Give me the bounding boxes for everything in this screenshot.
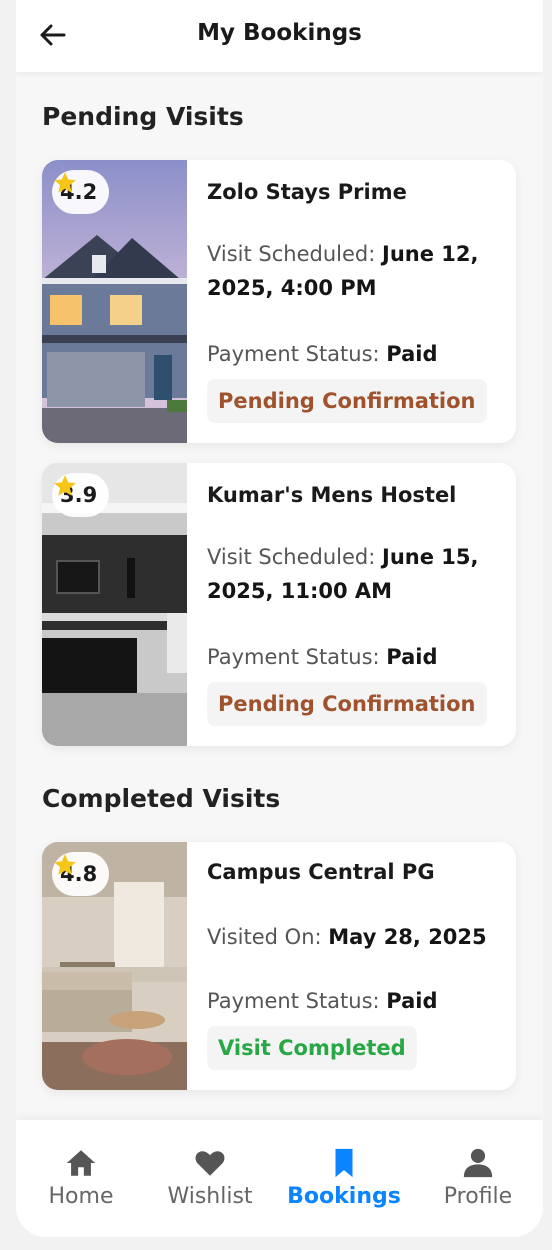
user-icon xyxy=(463,1148,493,1178)
status-badge: Visit Completed xyxy=(207,1026,417,1070)
heart-icon xyxy=(195,1151,225,1176)
home-icon xyxy=(66,1150,96,1176)
bottom-navigation: Home Wishlist Bookings Profile xyxy=(16,1120,543,1237)
property-image: 4.8 xyxy=(42,842,187,1090)
app-screen: My Bookings Pending Visits 4.2 Zolo Stay… xyxy=(16,0,543,1237)
property-name: Campus Central PG xyxy=(207,860,435,884)
visit-label: Visited On: xyxy=(207,925,329,949)
bookmark-icon xyxy=(335,1148,353,1178)
nav-wishlist[interactable]: Wishlist xyxy=(145,1120,275,1237)
nav-label: Bookings xyxy=(287,1184,401,1209)
visit-time: 2025, 4:00 PM xyxy=(207,276,377,300)
payment-label: Payment Status: xyxy=(207,989,387,1013)
property-name: Zolo Stays Prime xyxy=(207,180,407,204)
payment-status: Payment Status: Paid xyxy=(207,337,438,371)
payment-label: Payment Status: xyxy=(207,342,387,366)
visit-date: May 28, 2025 xyxy=(328,925,487,949)
property-image: 3.9 xyxy=(42,463,187,746)
visit-schedule: Visit Scheduled: June 15, xyxy=(207,540,478,574)
nav-label: Wishlist xyxy=(167,1184,253,1209)
nav-label: Home xyxy=(48,1184,114,1209)
payment-value: Paid xyxy=(386,645,438,669)
visit-schedule: Visit Scheduled: June 12, xyxy=(207,237,478,271)
star-icon xyxy=(54,854,76,875)
booking-card[interactable]: 4.8 Campus Central PG Visited On: May 28… xyxy=(42,842,516,1090)
payment-status: Payment Status: Paid xyxy=(207,640,438,674)
visit-date-line: Visited On: May 28, 2025 xyxy=(207,920,487,954)
star-icon xyxy=(54,172,76,193)
nav-bookings[interactable]: Bookings xyxy=(279,1120,409,1237)
rating-badge: 4.2 xyxy=(52,170,110,214)
payment-status: Payment Status: Paid xyxy=(207,984,438,1018)
visit-date: June 15, xyxy=(382,545,479,569)
rating-badge: 4.8 xyxy=(52,852,110,896)
property-image: 4.2 xyxy=(42,160,187,443)
visit-date: June 12, xyxy=(382,242,479,266)
booking-card[interactable]: 3.9 Kumar's Mens Hostel Visit Scheduled:… xyxy=(42,463,516,746)
rating-badge: 3.9 xyxy=(52,473,110,517)
property-name: Kumar's Mens Hostel xyxy=(207,483,457,507)
visit-label: Visit Scheduled: xyxy=(207,545,383,569)
nav-label: Profile xyxy=(443,1184,513,1209)
visit-time: 2025, 11:00 AM xyxy=(207,579,393,603)
payment-value: Paid xyxy=(386,342,438,366)
payment-value: Paid xyxy=(386,989,438,1013)
nav-home[interactable]: Home xyxy=(16,1120,146,1237)
visit-label: Visit Scheduled: xyxy=(207,242,383,266)
payment-label: Payment Status: xyxy=(207,645,387,669)
pending-visits-heading: Pending Visits xyxy=(42,102,244,131)
app-header: My Bookings xyxy=(16,0,543,72)
status-badge: Pending Confirmation xyxy=(207,379,487,423)
nav-profile[interactable]: Profile xyxy=(413,1120,543,1237)
status-badge: Pending Confirmation xyxy=(207,682,487,726)
page-title: My Bookings xyxy=(197,20,362,46)
star-icon xyxy=(54,475,76,496)
booking-card[interactable]: 4.2 Zolo Stays Prime Visit Scheduled: Ju… xyxy=(42,160,516,443)
completed-visits-heading: Completed Visits xyxy=(42,784,281,813)
